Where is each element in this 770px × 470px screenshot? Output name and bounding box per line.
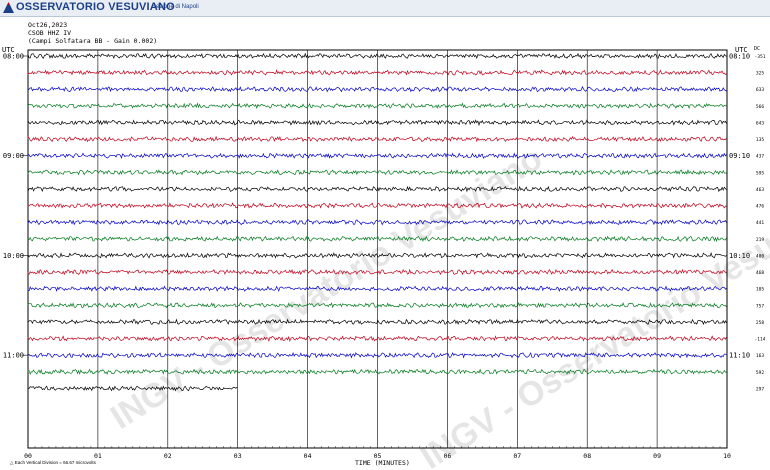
x-tick-label: 08 [583, 452, 591, 460]
dc-value: -351 [754, 54, 765, 60]
x-tick-label: 02 [164, 452, 172, 460]
dc-value: 163 [756, 353, 765, 359]
x-axis-title: TIME (MINUTES) [355, 459, 410, 467]
dc-value: 633 [756, 87, 765, 93]
right-hour-label: 08:10 [729, 53, 750, 61]
dc-value: 476 [756, 204, 765, 210]
dc-value: -114 [754, 337, 765, 343]
dc-value: 463 [756, 187, 765, 193]
x-tick-label: 06 [443, 452, 451, 460]
seismogram-plot: INGV - Osservatorio VesuvianoINGV - Osse… [3, 49, 770, 470]
x-tick-label: 09 [653, 452, 661, 460]
dc-value: 135 [756, 137, 765, 143]
dc-value: 592 [756, 370, 765, 376]
x-tick-label: 10 [723, 452, 731, 460]
right-hour-label: 10:10 [729, 252, 750, 260]
left-hour-label: 10:00 [3, 252, 24, 260]
dc-value: 105 [756, 287, 765, 293]
x-tick-label: 03 [234, 452, 242, 460]
x-tick-label: 07 [513, 452, 521, 460]
dc-value: 258 [756, 320, 765, 326]
dc-value: 219 [756, 237, 765, 243]
dc-value: 566 [756, 104, 765, 110]
dc-value: 297 [756, 386, 765, 392]
dc-value: 325 [756, 71, 765, 77]
x-tick-label: 04 [304, 452, 312, 460]
right-hour-label: 09:10 [729, 152, 750, 160]
dc-value: 400 [756, 253, 765, 259]
right-hour-label: 11:10 [729, 352, 750, 360]
left-hour-label: 11:00 [3, 352, 24, 360]
dc-value: 757 [756, 303, 765, 309]
vertical-division-text: Each Vertical Division = 66.67 microvolt… [14, 460, 96, 465]
dc-value: 595 [756, 170, 765, 176]
dc-value: 643 [756, 120, 765, 126]
dc-value: 468 [756, 270, 765, 276]
dc-value: 437 [756, 154, 765, 160]
vertical-division-note: △ Each Vertical Division = 66.67 microvo… [10, 460, 96, 465]
x-tick-label: 00 [24, 452, 32, 460]
left-hour-label: 09:00 [3, 152, 24, 160]
left-hour-label: 08:00 [3, 53, 24, 61]
x-tick-label: 01 [94, 452, 102, 460]
dc-value: 441 [756, 220, 765, 226]
